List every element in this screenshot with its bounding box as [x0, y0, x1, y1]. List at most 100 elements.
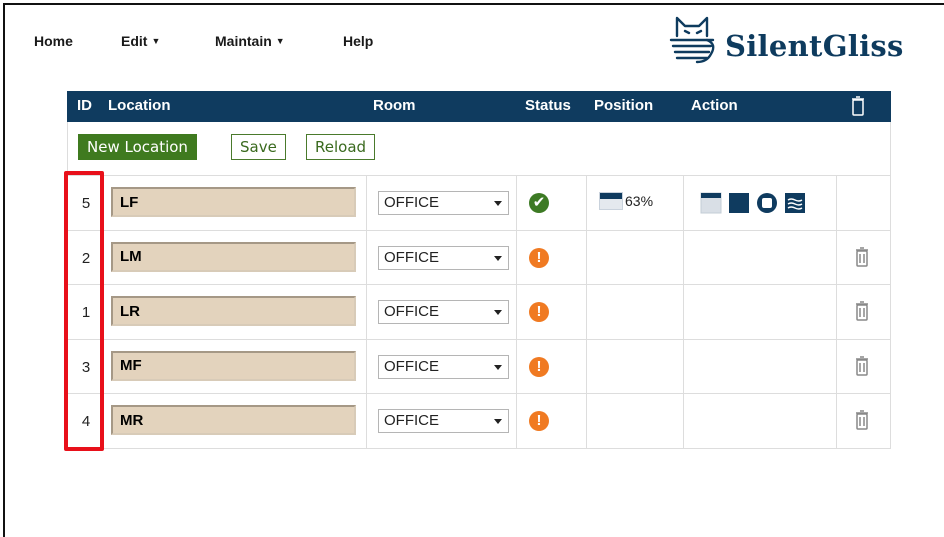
nav-home[interactable]: Home [34, 33, 73, 49]
room-select-value: OFFICE [384, 248, 439, 266]
table-row: 4 OFFICE! [67, 394, 891, 449]
location-name-input[interactable] [111, 187, 356, 217]
save-button[interactable]: Save [231, 134, 286, 160]
reload-button[interactable]: Reload [306, 134, 376, 160]
column-divider [683, 230, 684, 284]
exclamation-circle-icon: ! [529, 411, 549, 431]
column-divider [836, 285, 837, 339]
room-select-value: OFFICE [384, 194, 439, 211]
dropdown-arrow-icon [494, 419, 502, 424]
dropdown-arrow-icon [494, 310, 502, 315]
column-divider [586, 285, 587, 339]
room-select-value: OFFICE [384, 357, 439, 375]
room-select[interactable]: OFFICE [378, 300, 509, 324]
exclamation-circle-icon: ! [529, 356, 549, 377]
stop-icon[interactable] [756, 192, 778, 214]
cat-logo-icon [669, 16, 715, 64]
nav-help[interactable]: Help [343, 33, 373, 49]
room-select-value: OFFICE [384, 303, 439, 320]
table-header: ID Location Room Status Position Action [67, 91, 891, 122]
chevron-down-icon: ▼ [275, 36, 285, 46]
col-header-action: Action [691, 97, 738, 114]
location-name-input[interactable] [111, 405, 356, 435]
trash-icon[interactable] [855, 301, 869, 321]
position-value: 63% [625, 193, 654, 210]
column-divider [102, 285, 103, 339]
trash-icon[interactable] [855, 246, 869, 267]
col-header-location: Location [108, 97, 171, 114]
column-divider [366, 339, 367, 393]
dropdown-arrow-icon [494, 255, 502, 261]
nav-edit[interactable]: Edit ▼ [121, 33, 160, 49]
column-divider [836, 339, 837, 393]
row-id: 5 [81, 195, 91, 212]
room-select-value: OFFICE [384, 412, 439, 429]
column-divider [366, 394, 367, 448]
column-divider [683, 285, 684, 339]
room-select[interactable]: OFFICE [378, 409, 509, 433]
table-row: 3 OFFICE! [67, 339, 891, 394]
location-name-input[interactable] [111, 296, 356, 326]
dropdown-arrow-icon [494, 201, 502, 206]
column-divider [366, 176, 367, 230]
table-row: 5 OFFICE ✔ 63% [67, 176, 891, 231]
column-divider [836, 230, 837, 284]
trash-icon[interactable] [851, 96, 865, 116]
dropdown-arrow-icon [494, 364, 502, 370]
checkmark-circle-icon: ✔ [529, 193, 549, 213]
action-buttons [700, 192, 812, 214]
table-toolbar: New Location Save Reload [67, 122, 891, 176]
position-indicator: 63% [599, 192, 654, 211]
trash-icon[interactable] [855, 410, 869, 430]
chevron-down-icon: ▼ [151, 36, 161, 46]
brand-logo: SilentGliss [669, 12, 944, 74]
col-header-id: ID [77, 97, 92, 114]
col-header-room: Room [373, 97, 416, 114]
room-select[interactable]: OFFICE [378, 191, 509, 215]
location-name-input[interactable] [111, 350, 356, 381]
column-divider [516, 230, 517, 284]
exclamation-circle-icon: ! [529, 302, 549, 322]
column-divider [683, 339, 684, 393]
blind-shade-icon [599, 192, 623, 211]
column-divider [366, 230, 367, 284]
exclamation-circle-icon: ! [529, 247, 549, 268]
blind-down-icon[interactable] [728, 192, 750, 214]
row-id: 4 [81, 413, 91, 430]
room-select[interactable]: OFFICE [378, 354, 509, 379]
column-divider [586, 176, 587, 230]
row-id: 2 [81, 249, 91, 267]
table-row: 2 OFFICE! [67, 230, 891, 285]
column-divider [586, 230, 587, 284]
blind-up-icon[interactable] [700, 192, 722, 214]
column-divider [683, 176, 684, 230]
column-divider [586, 339, 587, 393]
column-divider [516, 394, 517, 448]
column-divider [516, 339, 517, 393]
column-divider [102, 394, 103, 448]
locations-table: ID Location Room Status Position Action … [67, 91, 891, 449]
nav-edit-label: Edit [121, 33, 148, 49]
column-divider [516, 176, 517, 230]
row-id: 1 [81, 304, 91, 321]
new-location-button[interactable]: New Location [78, 134, 197, 160]
column-divider [836, 176, 837, 230]
column-divider [366, 285, 367, 339]
location-name-input[interactable] [111, 241, 356, 272]
column-divider [586, 394, 587, 448]
nav-maintain-label: Maintain [215, 33, 272, 49]
logo-text: SilentGliss [725, 29, 904, 63]
room-select[interactable]: OFFICE [378, 245, 509, 270]
col-header-status: Status [525, 97, 571, 114]
column-divider [683, 394, 684, 448]
column-divider [516, 285, 517, 339]
column-divider [102, 339, 103, 393]
col-header-position: Position [594, 97, 654, 114]
trash-icon[interactable] [855, 355, 869, 376]
row-id: 3 [81, 358, 91, 376]
column-divider [836, 394, 837, 448]
column-divider [102, 230, 103, 284]
nav-maintain[interactable]: Maintain ▼ [215, 33, 285, 49]
wind-icon[interactable] [784, 192, 806, 214]
table-row: 1 OFFICE! [67, 285, 891, 340]
